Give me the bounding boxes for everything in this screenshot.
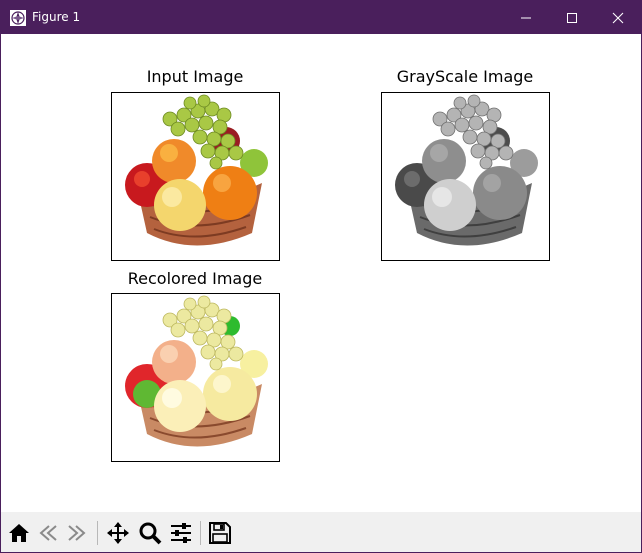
fruit-basket-grayscale-image xyxy=(395,94,538,246)
back-icon xyxy=(39,525,57,541)
configure-subplots-icon xyxy=(171,523,191,543)
title-bar[interactable]: Figure 1 xyxy=(1,1,641,34)
forward-button[interactable] xyxy=(64,520,90,546)
home-button[interactable] xyxy=(6,520,32,546)
toolbar-separator xyxy=(97,521,98,545)
figure-window: Figure 1 Input Image GrayScale Image Rec… xyxy=(0,0,642,553)
panel-title-recolored: Recolored Image xyxy=(127,269,263,288)
panel-title-input: Input Image xyxy=(146,67,244,86)
input-image-panel xyxy=(111,92,280,261)
recolored-image-panel xyxy=(111,293,280,462)
home-icon xyxy=(9,524,29,542)
save-button[interactable] xyxy=(207,520,233,546)
close-icon xyxy=(612,12,624,23)
matplotlib-app-icon xyxy=(10,10,26,26)
back-button[interactable] xyxy=(35,520,61,546)
forward-icon xyxy=(68,525,86,541)
window-title: Figure 1 xyxy=(32,10,81,24)
maximize-icon xyxy=(567,12,577,23)
fruit-basket-recolored-image xyxy=(125,295,268,447)
maximize-button[interactable] xyxy=(549,1,595,34)
grayscale-image-panel xyxy=(381,92,550,261)
save-icon xyxy=(209,522,231,544)
figure-canvas[interactable]: Input Image GrayScale Image Recolored Im… xyxy=(1,34,641,512)
navigation-toolbar xyxy=(1,512,641,552)
pan-button[interactable] xyxy=(105,520,131,546)
panel-title-grayscale: GrayScale Image xyxy=(396,67,534,86)
fruit-basket-color-image xyxy=(125,94,268,246)
minimize-button[interactable] xyxy=(503,1,549,34)
close-button[interactable] xyxy=(595,1,641,34)
zoom-button[interactable] xyxy=(137,520,163,546)
configure-subplots-button[interactable] xyxy=(168,520,194,546)
toolbar-separator xyxy=(200,521,201,545)
pan-icon xyxy=(107,522,129,544)
zoom-icon xyxy=(139,522,162,545)
minimize-icon xyxy=(521,17,531,18)
